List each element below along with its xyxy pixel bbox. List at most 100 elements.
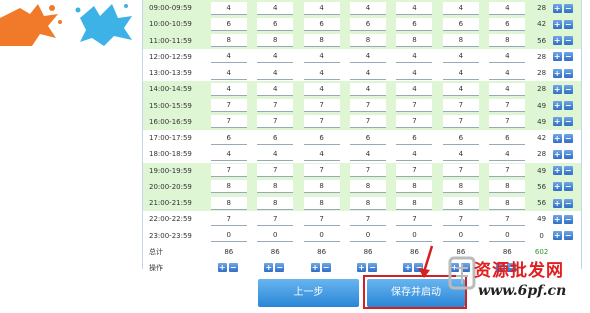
quantity-input[interactable]: 8 (210, 180, 247, 194)
quantity-input[interactable]: 7 (489, 212, 526, 226)
quantity-input[interactable]: 7 (396, 212, 433, 226)
plus-icon[interactable]: + (552, 149, 562, 159)
minus-icon[interactable]: − (368, 263, 378, 273)
quantity-input[interactable]: 4 (442, 147, 479, 161)
quantity-input[interactable]: 4 (396, 82, 433, 96)
quantity-input[interactable]: 4 (303, 147, 340, 161)
quantity-input[interactable]: 0 (257, 229, 294, 243)
quantity-input[interactable]: 8 (489, 196, 526, 210)
plus-icon[interactable]: + (552, 101, 562, 111)
quantity-input[interactable]: 4 (350, 50, 387, 64)
plus-icon[interactable]: + (552, 166, 562, 176)
quantity-input[interactable]: 7 (489, 99, 526, 113)
minus-icon[interactable]: − (563, 198, 573, 208)
plus-icon[interactable]: + (217, 263, 227, 273)
quantity-input[interactable]: 7 (350, 164, 387, 178)
quantity-input[interactable]: 8 (489, 180, 526, 194)
quantity-input[interactable]: 4 (489, 147, 526, 161)
plus-icon[interactable]: + (552, 52, 562, 62)
minus-icon[interactable]: − (228, 263, 238, 273)
quantity-input[interactable]: 6 (257, 131, 294, 145)
quantity-input[interactable]: 8 (442, 196, 479, 210)
quantity-input[interactable]: 7 (257, 115, 294, 129)
minus-icon[interactable]: − (563, 231, 573, 241)
minus-icon[interactable]: − (563, 36, 573, 46)
quantity-input[interactable]: 8 (257, 196, 294, 210)
minus-icon[interactable]: − (563, 84, 573, 94)
quantity-input[interactable]: 8 (303, 34, 340, 48)
quantity-input[interactable]: 7 (303, 99, 340, 113)
quantity-input[interactable]: 7 (257, 212, 294, 226)
quantity-input[interactable]: 4 (210, 1, 247, 15)
quantity-input[interactable]: 6 (210, 131, 247, 145)
plus-icon[interactable]: + (552, 198, 562, 208)
quantity-input[interactable]: 8 (489, 34, 526, 48)
quantity-input[interactable]: 4 (210, 82, 247, 96)
quantity-input[interactable]: 7 (489, 115, 526, 129)
plus-icon[interactable]: + (552, 117, 562, 127)
quantity-input[interactable]: 7 (489, 164, 526, 178)
minus-icon[interactable]: − (563, 133, 573, 143)
quantity-input[interactable]: 8 (303, 196, 340, 210)
quantity-input[interactable]: 8 (396, 34, 433, 48)
previous-step-button[interactable]: 上一步 (258, 279, 359, 307)
minus-icon[interactable]: − (275, 263, 285, 273)
quantity-input[interactable]: 7 (257, 99, 294, 113)
minus-icon[interactable]: − (563, 19, 573, 29)
minus-icon[interactable]: − (321, 263, 331, 273)
quantity-input[interactable]: 4 (489, 50, 526, 64)
quantity-input[interactable]: 4 (257, 50, 294, 64)
quantity-input[interactable]: 4 (303, 82, 340, 96)
plus-icon[interactable]: + (552, 36, 562, 46)
quantity-input[interactable]: 8 (442, 34, 479, 48)
quantity-input[interactable]: 8 (396, 196, 433, 210)
quantity-input[interactable]: 6 (350, 17, 387, 31)
quantity-input[interactable]: 4 (350, 66, 387, 80)
minus-icon[interactable]: − (563, 166, 573, 176)
quantity-input[interactable]: 4 (303, 50, 340, 64)
quantity-input[interactable]: 6 (350, 131, 387, 145)
quantity-input[interactable]: 4 (396, 50, 433, 64)
quantity-input[interactable]: 7 (303, 164, 340, 178)
quantity-input[interactable]: 6 (257, 17, 294, 31)
quantity-input[interactable]: 4 (489, 1, 526, 15)
quantity-input[interactable]: 4 (442, 50, 479, 64)
quantity-input[interactable]: 6 (396, 131, 433, 145)
plus-icon[interactable]: + (552, 68, 562, 78)
quantity-input[interactable]: 7 (350, 115, 387, 129)
quantity-input[interactable]: 6 (303, 17, 340, 31)
quantity-input[interactable]: 6 (303, 131, 340, 145)
quantity-input[interactable]: 8 (442, 180, 479, 194)
quantity-input[interactable]: 0 (442, 229, 479, 243)
minus-icon[interactable]: − (563, 214, 573, 224)
quantity-input[interactable]: 6 (489, 131, 526, 145)
quantity-input[interactable]: 0 (489, 229, 526, 243)
quantity-input[interactable]: 4 (257, 147, 294, 161)
quantity-input[interactable]: 4 (350, 1, 387, 15)
quantity-input[interactable]: 6 (489, 17, 526, 31)
minus-icon[interactable]: − (563, 182, 573, 192)
quantity-input[interactable]: 6 (396, 17, 433, 31)
quantity-input[interactable]: 4 (210, 147, 247, 161)
quantity-input[interactable]: 7 (303, 115, 340, 129)
quantity-input[interactable]: 0 (210, 229, 247, 243)
quantity-input[interactable]: 4 (442, 1, 479, 15)
quantity-input[interactable]: 4 (303, 66, 340, 80)
plus-icon[interactable]: + (552, 133, 562, 143)
minus-icon[interactable]: − (563, 68, 573, 78)
quantity-input[interactable]: 7 (396, 99, 433, 113)
quantity-input[interactable]: 6 (442, 131, 479, 145)
quantity-input[interactable]: 7 (257, 164, 294, 178)
quantity-input[interactable]: 8 (350, 34, 387, 48)
quantity-input[interactable]: 8 (303, 180, 340, 194)
quantity-input[interactable]: 7 (210, 212, 247, 226)
quantity-input[interactable]: 7 (396, 115, 433, 129)
minus-icon[interactable]: − (563, 52, 573, 62)
quantity-input[interactable]: 7 (210, 115, 247, 129)
quantity-input[interactable]: 8 (257, 180, 294, 194)
quantity-input[interactable]: 8 (210, 196, 247, 210)
quantity-input[interactable]: 4 (350, 82, 387, 96)
quantity-input[interactable]: 4 (303, 1, 340, 15)
quantity-input[interactable]: 7 (210, 164, 247, 178)
plus-icon[interactable]: + (310, 263, 320, 273)
